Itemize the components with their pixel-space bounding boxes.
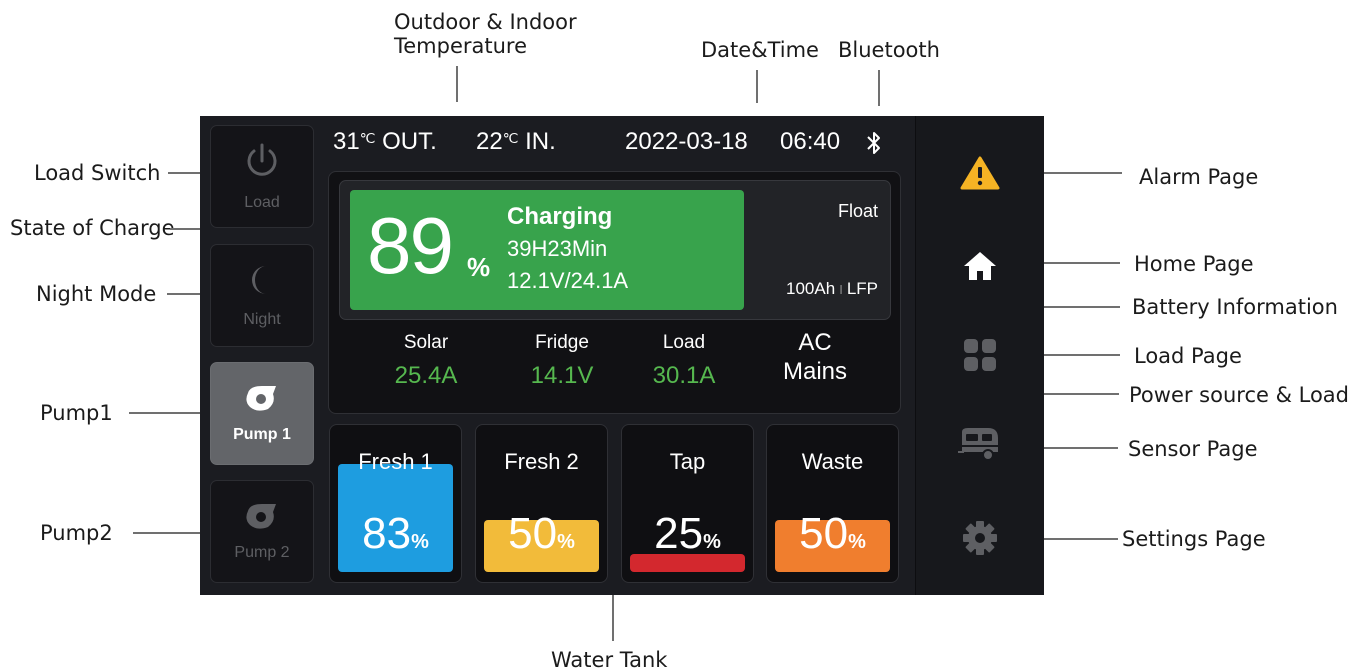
battery-chemistry: LFP xyxy=(846,279,878,298)
date-display: 2022-03-18 xyxy=(625,128,748,155)
pump1-button[interactable]: Pump 1 xyxy=(210,362,314,465)
annotation-power-source-load: Power source & Load xyxy=(1129,383,1350,407)
tank-level-value: 50% xyxy=(476,512,607,556)
tank-unit: % xyxy=(703,531,721,553)
soc-unit: % xyxy=(467,252,491,282)
pump-icon xyxy=(242,383,282,418)
power-source: AC Mains xyxy=(760,329,870,387)
pump-icon xyxy=(242,501,282,536)
outdoor-label: OUT. xyxy=(382,128,437,155)
solar-reading: Solar 25.4A xyxy=(371,332,481,390)
power-icon xyxy=(242,141,282,186)
night-button-label: Night xyxy=(243,311,281,328)
annotation-home-page: Home Page xyxy=(1134,252,1254,276)
annotation-bluetooth: Bluetooth xyxy=(838,38,940,62)
annotation-load-switch: Load Switch xyxy=(34,161,161,185)
annotation-alarm-page: Alarm Page xyxy=(1139,165,1259,189)
annotation-temperature: Outdoor & Indoor Temperature xyxy=(394,10,577,59)
indoor-temperature: 22℃ IN. xyxy=(476,128,556,156)
tank-unit: % xyxy=(848,531,866,553)
tank-level-value: 83% xyxy=(330,512,461,556)
solar-label: Solar xyxy=(403,332,449,353)
main-panel: 89 % Charging 39H23Min 12.1V/24.1A Float… xyxy=(328,171,901,414)
indoor-temp-unit: ℃ xyxy=(502,130,519,146)
battery-spec: 100Ah I LFP xyxy=(786,279,878,299)
battery-spec-separator: I xyxy=(839,282,843,297)
pump1-button-label: Pump 1 xyxy=(233,426,291,443)
tank-value: 83 xyxy=(362,509,412,558)
annotation-water-tank: Water Tank xyxy=(551,648,668,672)
callout-line-bluetooth xyxy=(878,70,880,106)
callout-line-temperature xyxy=(456,66,458,102)
fridge-reading: Fridge 14.1V xyxy=(507,332,617,390)
tank-fresh1[interactable]: Fresh 1 83% xyxy=(329,424,462,583)
annotation-settings-page: Settings Page xyxy=(1122,527,1266,551)
fridge-label: Fridge xyxy=(535,332,589,353)
power-source-line1: AC xyxy=(798,329,832,356)
callout-line-datetime xyxy=(756,70,758,103)
outdoor-temperature: 31℃ OUT. xyxy=(333,128,437,156)
tank-value: 50 xyxy=(508,509,558,558)
annotation-sensor-page: Sensor Page xyxy=(1128,437,1258,461)
home-page-button[interactable] xyxy=(916,249,1044,288)
charging-state: Charging xyxy=(507,203,613,230)
power-source-line2: Mains xyxy=(782,357,848,385)
tank-waste[interactable]: Waste 50% xyxy=(766,424,899,583)
tank-name: Fresh 2 xyxy=(504,449,579,474)
charge-mode: Float xyxy=(837,201,878,221)
voltage-current: 12.1V/24.1A xyxy=(507,268,629,293)
sensor-page-button[interactable] xyxy=(916,426,1044,467)
solar-value: 25.4A xyxy=(394,362,458,389)
caravan-icon xyxy=(958,426,1002,467)
page-sidebar xyxy=(915,116,1044,595)
load-label: Load xyxy=(662,332,706,353)
annotation-state-of-charge: State of Charge xyxy=(10,216,175,240)
fridge-value: 14.1V xyxy=(530,362,594,389)
night-mode-button[interactable]: Night xyxy=(210,244,314,347)
tank-level-value: 50% xyxy=(767,512,898,556)
annotation-night-mode: Night Mode xyxy=(36,282,157,306)
tank-value: 25 xyxy=(654,509,704,558)
indoor-temp-value: 22 xyxy=(476,128,503,155)
load-switch-button[interactable]: Load xyxy=(210,125,314,228)
annotation-pump1: Pump1 xyxy=(40,401,113,425)
tank-name: Tap xyxy=(669,449,706,474)
annotation-datetime: Date&Time xyxy=(701,38,819,62)
annotation-battery-information: Battery Information xyxy=(1132,295,1338,319)
time-remaining: 39H23Min xyxy=(507,236,608,261)
grid-icon xyxy=(962,337,998,378)
warning-icon xyxy=(960,156,1000,195)
load-button-label: Load xyxy=(244,194,280,211)
pump2-button[interactable]: Pump 2 xyxy=(210,480,314,583)
device-screen: Load Night Pump 1 Pump 2 31℃ OUT. 22℃ IN… xyxy=(200,116,1044,595)
bluetooth-icon xyxy=(864,130,884,161)
tank-value: 50 xyxy=(799,509,849,558)
state-of-charge-panel: 89 % Charging 39H23Min 12.1V/24.1A xyxy=(350,190,744,310)
load-page-button[interactable] xyxy=(916,337,1044,378)
battery-information-card[interactable]: 89 % Charging 39H23Min 12.1V/24.1A Float… xyxy=(339,180,891,320)
alarm-page-button[interactable] xyxy=(916,156,1044,195)
annotation-load-page: Load Page xyxy=(1134,344,1242,368)
time-display: 06:40 xyxy=(780,128,841,155)
gear-icon xyxy=(961,519,999,562)
battery-capacity: 100Ah xyxy=(786,279,836,298)
tank-fresh2[interactable]: Fresh 2 50% xyxy=(475,424,608,583)
annotation-pump2: Pump2 xyxy=(40,521,113,545)
tank-level-value: 25% xyxy=(622,512,753,556)
home-icon xyxy=(962,249,998,288)
moon-icon xyxy=(244,262,280,303)
tank-tap[interactable]: Tap 25% xyxy=(621,424,754,583)
tank-unit: % xyxy=(411,531,429,553)
load-reading: Load 30.1A xyxy=(629,332,739,390)
load-value: 30.1A xyxy=(652,362,716,389)
pump2-button-label: Pump 2 xyxy=(234,544,290,561)
tank-unit: % xyxy=(557,531,575,553)
soc-value: 89 xyxy=(367,201,454,290)
indoor-label: IN. xyxy=(525,128,556,155)
tank-name: Waste xyxy=(801,449,864,474)
outdoor-temp-value: 31 xyxy=(333,128,360,155)
settings-page-button[interactable] xyxy=(916,519,1044,562)
outdoor-temp-unit: ℃ xyxy=(359,130,376,146)
tank-name: Fresh 1 xyxy=(358,449,433,474)
